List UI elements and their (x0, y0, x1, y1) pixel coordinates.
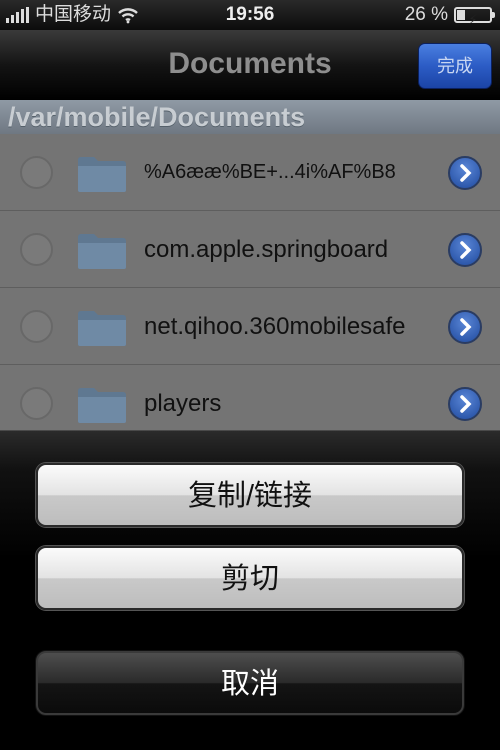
done-button[interactable]: 完成 (418, 43, 492, 89)
select-radio[interactable] (20, 387, 53, 420)
copy-link-button[interactable]: 复制/链接 (36, 463, 464, 527)
status-bar: 中国移动 19:56 26 % ⚡ (0, 0, 500, 30)
list-item[interactable]: %A6ææ%BE+...4i%AF%B8 (0, 134, 500, 211)
folder-icon (76, 385, 128, 425)
battery-icon: ⚡ (454, 7, 495, 27)
cancel-button[interactable]: 取消 (36, 651, 464, 715)
disclosure-arrow-icon[interactable] (448, 233, 482, 267)
file-name: net.qihoo.360mobilesafe (144, 313, 406, 340)
cut-button[interactable]: 剪切 (36, 546, 464, 610)
list-item[interactable]: com.apple.springboard (0, 211, 500, 288)
file-list: %A6ææ%BE+...4i%AF%B8 com.apple.springboa… (0, 134, 500, 430)
action-sheet: 复制/链接 剪切 取消 (0, 430, 500, 750)
select-radio[interactable] (20, 156, 53, 189)
folder-icon (76, 308, 128, 348)
folder-icon (76, 231, 128, 271)
disclosure-arrow-icon[interactable] (448, 156, 482, 190)
select-radio[interactable] (20, 310, 53, 343)
disclosure-arrow-icon[interactable] (448, 310, 482, 344)
path-header: /var/mobile/Documents (0, 100, 500, 134)
select-radio[interactable] (20, 233, 53, 266)
list-item[interactable]: net.qihoo.360mobilesafe (0, 288, 500, 365)
navigation-bar: Documents 完成 (0, 30, 500, 100)
battery-percent: 26 % (404, 4, 448, 25)
status-right: 26 % ⚡ (404, 0, 495, 30)
folder-icon (76, 154, 128, 194)
file-name: %A6ææ%BE+...4i%AF%B8 (144, 161, 396, 183)
file-name: players (144, 390, 222, 417)
file-name: com.apple.springboard (144, 236, 389, 263)
disclosure-arrow-icon[interactable] (448, 387, 482, 421)
list-item[interactable]: players (0, 365, 500, 430)
